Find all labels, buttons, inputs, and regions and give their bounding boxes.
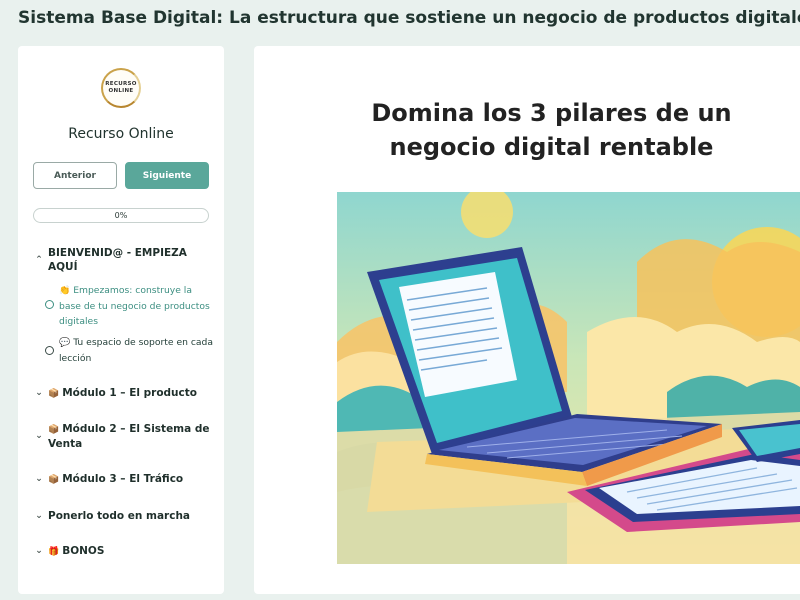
chevron-down-icon: ⌄ [35, 431, 43, 441]
section-ponerlo-en-marcha[interactable]: ⌄ Ponerlo todo en marcha [34, 509, 214, 525]
section-bonos[interactable]: ⌄ 🎁 BONOS [34, 544, 214, 560]
chevron-up-icon: ⌃ [35, 255, 43, 265]
incomplete-circle-icon [45, 346, 54, 355]
lesson-hero-image [337, 192, 800, 564]
course-title: Sistema Base Digital: La estructura que … [18, 8, 800, 28]
section-label: 📦 Módulo 3 – El Tráfico [48, 473, 184, 485]
section-label: 📦 Módulo 2 – El Sistema de Venta [48, 423, 210, 450]
section-label: 📦 Módulo 1 – El producto [48, 387, 197, 399]
chevron-down-icon: ⌄ [35, 546, 43, 556]
speech-bubble-icon: 💬 [59, 338, 71, 348]
next-button[interactable]: Siguiente [125, 162, 209, 189]
section-modulo-3[interactable]: ⌄ 📦 Módulo 3 – El Tráfico [34, 472, 214, 488]
section-label: Ponerlo todo en marcha [48, 510, 191, 522]
logo-text-line-1: RECURSO [105, 81, 137, 87]
package-icon: 📦 [48, 425, 60, 435]
lesson-label: 💬 Tu espacio de soporte en cada lección [59, 337, 213, 364]
lesson-soporte[interactable]: 💬 Tu espacio de soporte en cada lección [45, 335, 215, 367]
lesson-empezamos[interactable]: 👏 Empezamos: construye la base de tu nego… [45, 283, 215, 329]
section-modulo-1[interactable]: ⌄ 📦 Módulo 1 – El producto [34, 386, 214, 402]
course-sidebar: RECURSO ONLINE Recurso Online Anterior S… [18, 46, 224, 594]
chevron-down-icon: ⌄ [35, 388, 43, 398]
previous-button[interactable]: Anterior [33, 162, 117, 189]
brand-logo[interactable]: RECURSO ONLINE [101, 68, 141, 108]
section-label: 🎁 BONOS [48, 545, 105, 557]
package-icon: 📦 [48, 389, 60, 399]
section-label: BIENVENID@ - EMPIEZA AQUÍ [48, 247, 187, 273]
incomplete-circle-icon [45, 300, 54, 309]
chevron-down-icon: ⌄ [35, 474, 43, 484]
chevron-down-icon: ⌄ [35, 511, 43, 521]
section-bienvenida[interactable]: ⌃ BIENVENID@ - EMPIEZA AQUÍ [34, 246, 214, 276]
package-icon: 📦 [48, 475, 60, 485]
lesson-content: Domina los 3 pilares de un negocio digit… [254, 46, 800, 594]
progress-bar: 0% [33, 208, 209, 223]
progress-label: 0% [114, 211, 128, 220]
section-modulo-2[interactable]: ⌄ 📦 Módulo 2 – El Sistema de Venta [34, 422, 214, 452]
lesson-label: 👏 Empezamos: construye la base de tu nego… [59, 285, 210, 327]
logo-text-line-2: ONLINE [108, 88, 134, 94]
lesson-title: Domina los 3 pilares de un negocio digit… [371, 99, 732, 161]
gift-icon: 🎁 [48, 547, 60, 557]
brand-name: Recurso Online [68, 126, 174, 142]
clap-icon: 👏 [59, 286, 71, 296]
